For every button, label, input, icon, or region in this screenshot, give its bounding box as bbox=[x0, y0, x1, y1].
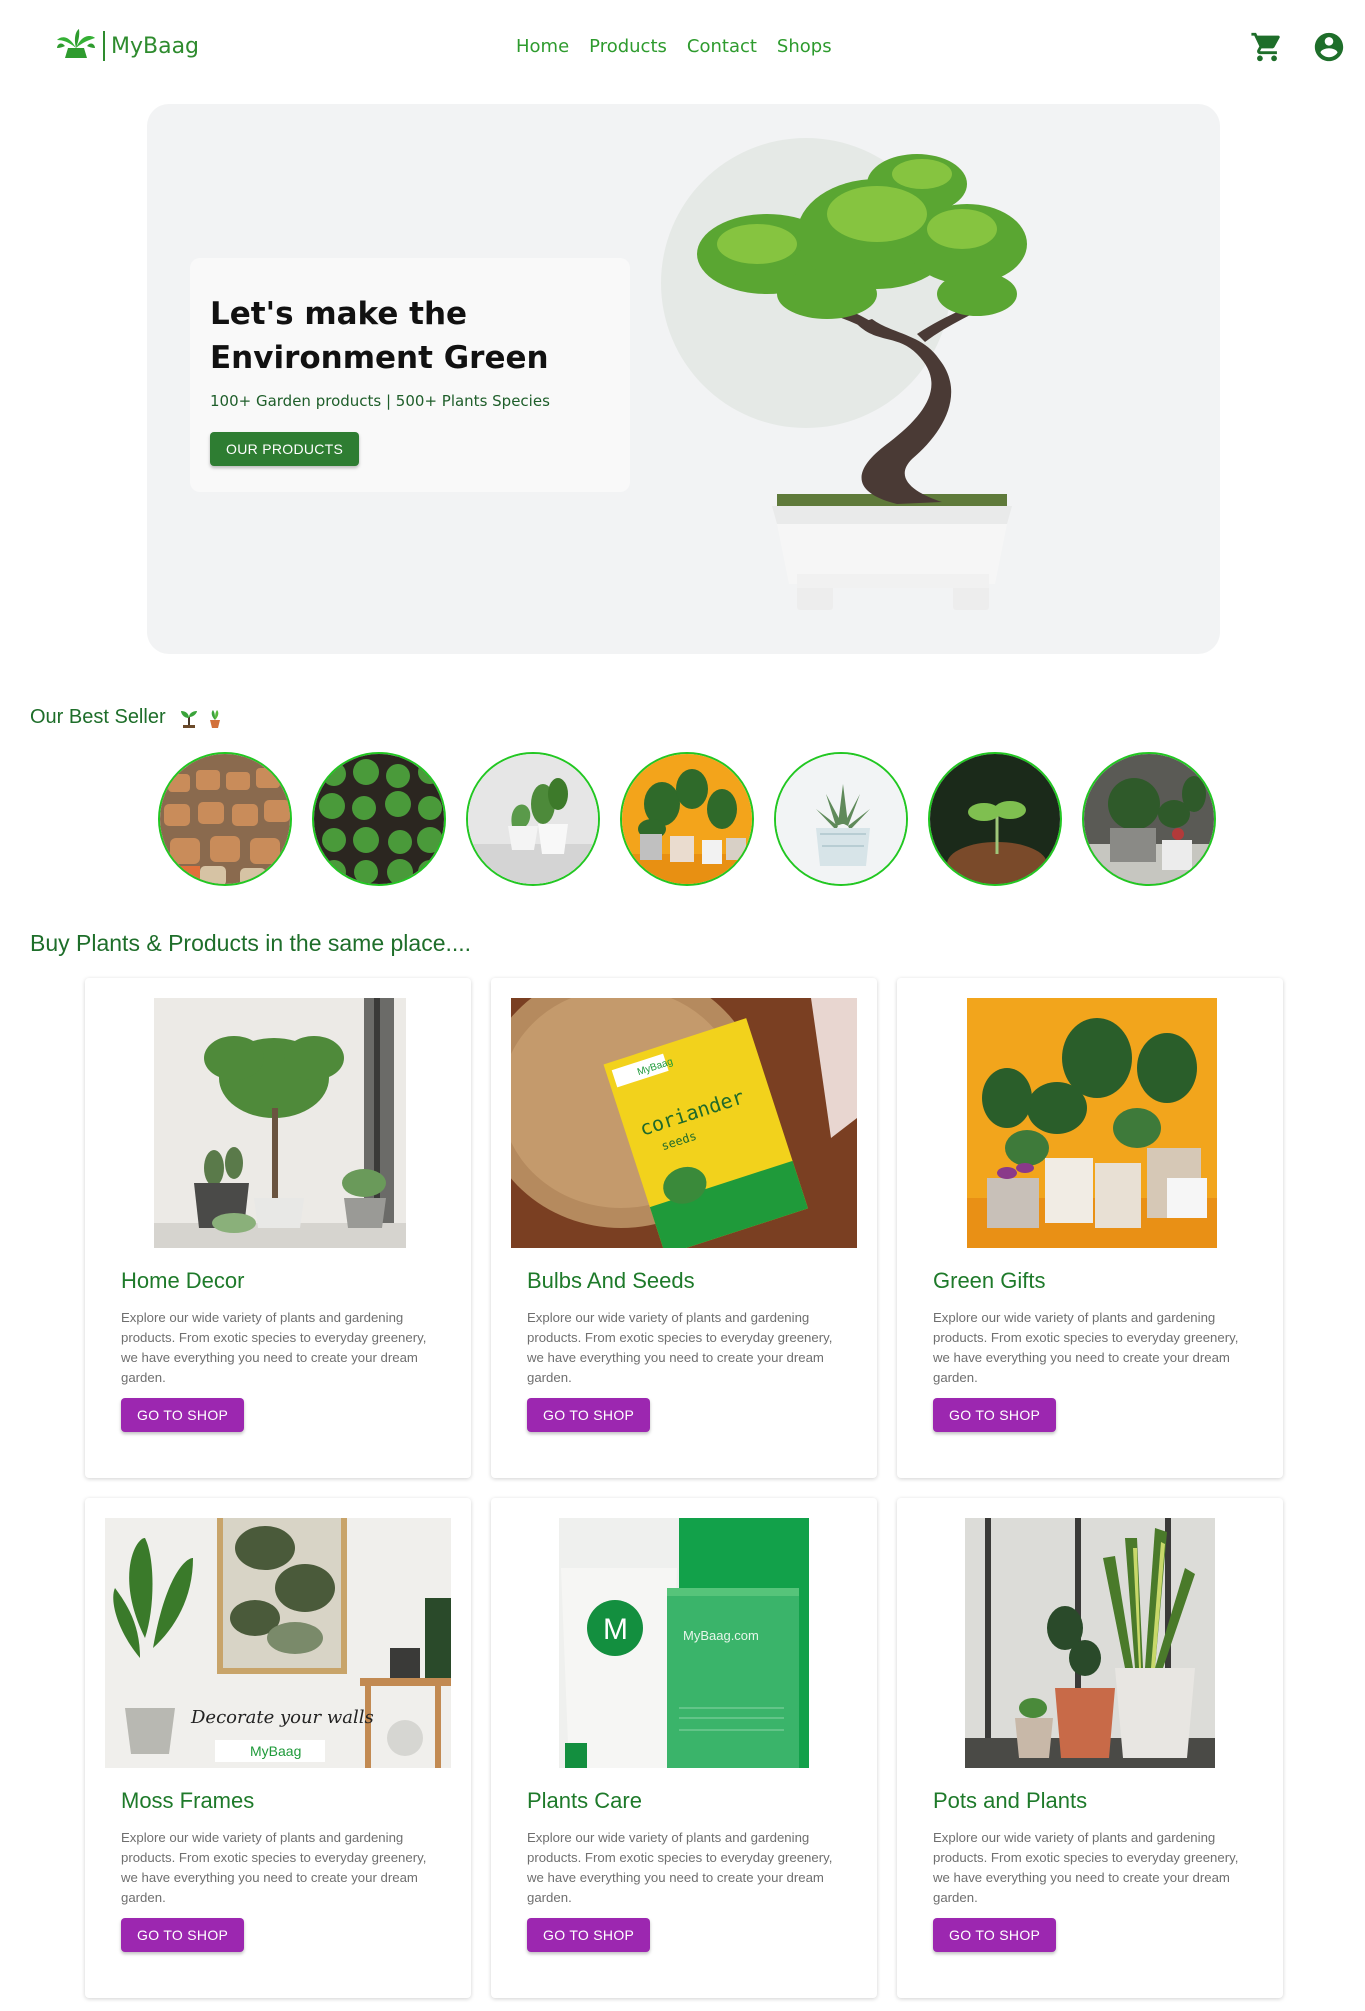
terracotta-pots-image bbox=[160, 754, 290, 884]
go-to-shop-button[interactable]: GO TO SHOP bbox=[527, 1918, 651, 1952]
brand-divider bbox=[103, 31, 105, 61]
best-seller-item[interactable] bbox=[620, 752, 754, 886]
white-vase-plant-image bbox=[468, 754, 598, 884]
hero-title-line2: Environment Green bbox=[210, 340, 549, 376]
seedling-trays-image bbox=[314, 754, 444, 884]
best-seller-heading: Our Best Seller bbox=[30, 706, 225, 729]
tube-letter: M bbox=[603, 1613, 628, 1646]
product-card-pots-and-plants: Pots and Plants Explore our wide variety… bbox=[897, 1498, 1283, 1998]
our-products-button[interactable]: OUR PRODUCTS bbox=[210, 432, 360, 466]
product-card-bulbs-and-seeds: MyBaag coriander seeds Bulbs And Seeds E… bbox=[491, 978, 877, 1478]
card-title: Bulbs And Seeds bbox=[527, 1268, 695, 1293]
buy-section-title: Buy Plants & Products in the same place.… bbox=[30, 930, 472, 956]
nav-link-shops[interactable]: Shops bbox=[777, 36, 832, 57]
best-seller-title: Our Best Seller bbox=[30, 706, 166, 728]
go-to-shop-button[interactable]: GO TO SHOP bbox=[933, 1918, 1057, 1952]
plants-care-image: M MyBaag.com bbox=[559, 1518, 809, 1768]
card-description: Explore our wide variety of plants and g… bbox=[933, 1310, 1239, 1385]
product-card-home-decor: Home Decor Explore our wide variety of p… bbox=[85, 978, 471, 1478]
navbar: MyBaag Home Products Contact Shops bbox=[0, 0, 1365, 94]
home-decor-image bbox=[154, 998, 406, 1248]
best-seller-item[interactable] bbox=[928, 752, 1062, 886]
frame-caption: Decorate your walls bbox=[190, 1707, 374, 1728]
card-title: Home Decor bbox=[121, 1268, 245, 1293]
hero-subtitle: 100+ Garden products | 500+ Plants Speci… bbox=[210, 392, 550, 410]
cart-icon[interactable] bbox=[1250, 30, 1284, 64]
hero-card: Let's make the Environment Green 100+ Ga… bbox=[190, 258, 630, 492]
bulbs-and-seeds-image: MyBaag coriander seeds bbox=[511, 998, 857, 1248]
brand-logo-icon bbox=[57, 29, 95, 58]
brand[interactable]: MyBaag bbox=[55, 28, 199, 64]
sprout-soil-image bbox=[930, 754, 1060, 884]
grey-pot-plants-image bbox=[1084, 754, 1214, 884]
go-to-shop-button[interactable]: GO TO SHOP bbox=[933, 1398, 1057, 1432]
potted-plant-icon bbox=[210, 709, 221, 728]
best-seller-icons bbox=[179, 708, 225, 728]
nav-link-products[interactable]: Products bbox=[589, 36, 667, 57]
card-description: Explore our wide variety of plants and g… bbox=[121, 1310, 427, 1385]
nav-link-home[interactable]: Home bbox=[516, 36, 569, 57]
account-icon[interactable] bbox=[1312, 30, 1346, 64]
best-seller-item[interactable] bbox=[1082, 752, 1216, 886]
brand-name: MyBaag bbox=[111, 33, 200, 59]
go-to-shop-button[interactable]: GO TO SHOP bbox=[121, 1398, 245, 1432]
pots-and-plants-image bbox=[965, 1518, 1215, 1768]
hero-banner: Let's make the Environment Green 100+ Ga… bbox=[147, 104, 1220, 654]
best-seller-item[interactable] bbox=[466, 752, 600, 886]
best-seller-item[interactable] bbox=[774, 752, 908, 886]
product-card-green-gifts: Green Gifts Explore our wide variety of … bbox=[897, 978, 1283, 1478]
green-gifts-image bbox=[967, 998, 1217, 1248]
card-title: Moss Frames bbox=[121, 1788, 255, 1813]
frame-brand: MyBaag bbox=[250, 1743, 301, 1759]
go-to-shop-button[interactable]: GO TO SHOP bbox=[527, 1398, 651, 1432]
nav-links: Home Products Contact Shops bbox=[516, 36, 832, 57]
product-card-moss-frames: Decorate your walls MyBaag Moss Frames E… bbox=[85, 1498, 471, 1998]
yellow-wall-plants-image bbox=[622, 754, 752, 884]
moss-frames-image: Decorate your walls MyBaag bbox=[105, 1518, 451, 1768]
best-seller-item[interactable] bbox=[158, 752, 292, 886]
card-title: Plants Care bbox=[527, 1788, 642, 1813]
hero-title-line1: Let's make the bbox=[210, 296, 468, 332]
card-title: Green Gifts bbox=[933, 1268, 1046, 1293]
best-seller-row bbox=[158, 752, 1216, 886]
nav-link-contact[interactable]: Contact bbox=[687, 36, 757, 57]
bonsai-image bbox=[697, 154, 1027, 610]
product-card-plants-care: M MyBaag.com Plants Care Explore our wid… bbox=[491, 1498, 877, 1998]
product-grid: Home Decor Explore our wide variety of p… bbox=[85, 978, 1283, 1998]
card-description: Explore our wide variety of plants and g… bbox=[527, 1830, 833, 1905]
best-seller-item[interactable] bbox=[312, 752, 446, 886]
go-to-shop-button[interactable]: GO TO SHOP bbox=[121, 1918, 245, 1952]
pouch-brand: MyBaag.com bbox=[683, 1628, 759, 1643]
card-description: Explore our wide variety of plants and g… bbox=[121, 1830, 427, 1905]
succulent-pot-image bbox=[776, 754, 906, 884]
card-title: Pots and Plants bbox=[933, 1788, 1088, 1813]
card-description: Explore our wide variety of plants and g… bbox=[933, 1830, 1239, 1905]
seedling-icon bbox=[181, 710, 198, 728]
card-description: Explore our wide variety of plants and g… bbox=[527, 1310, 833, 1385]
